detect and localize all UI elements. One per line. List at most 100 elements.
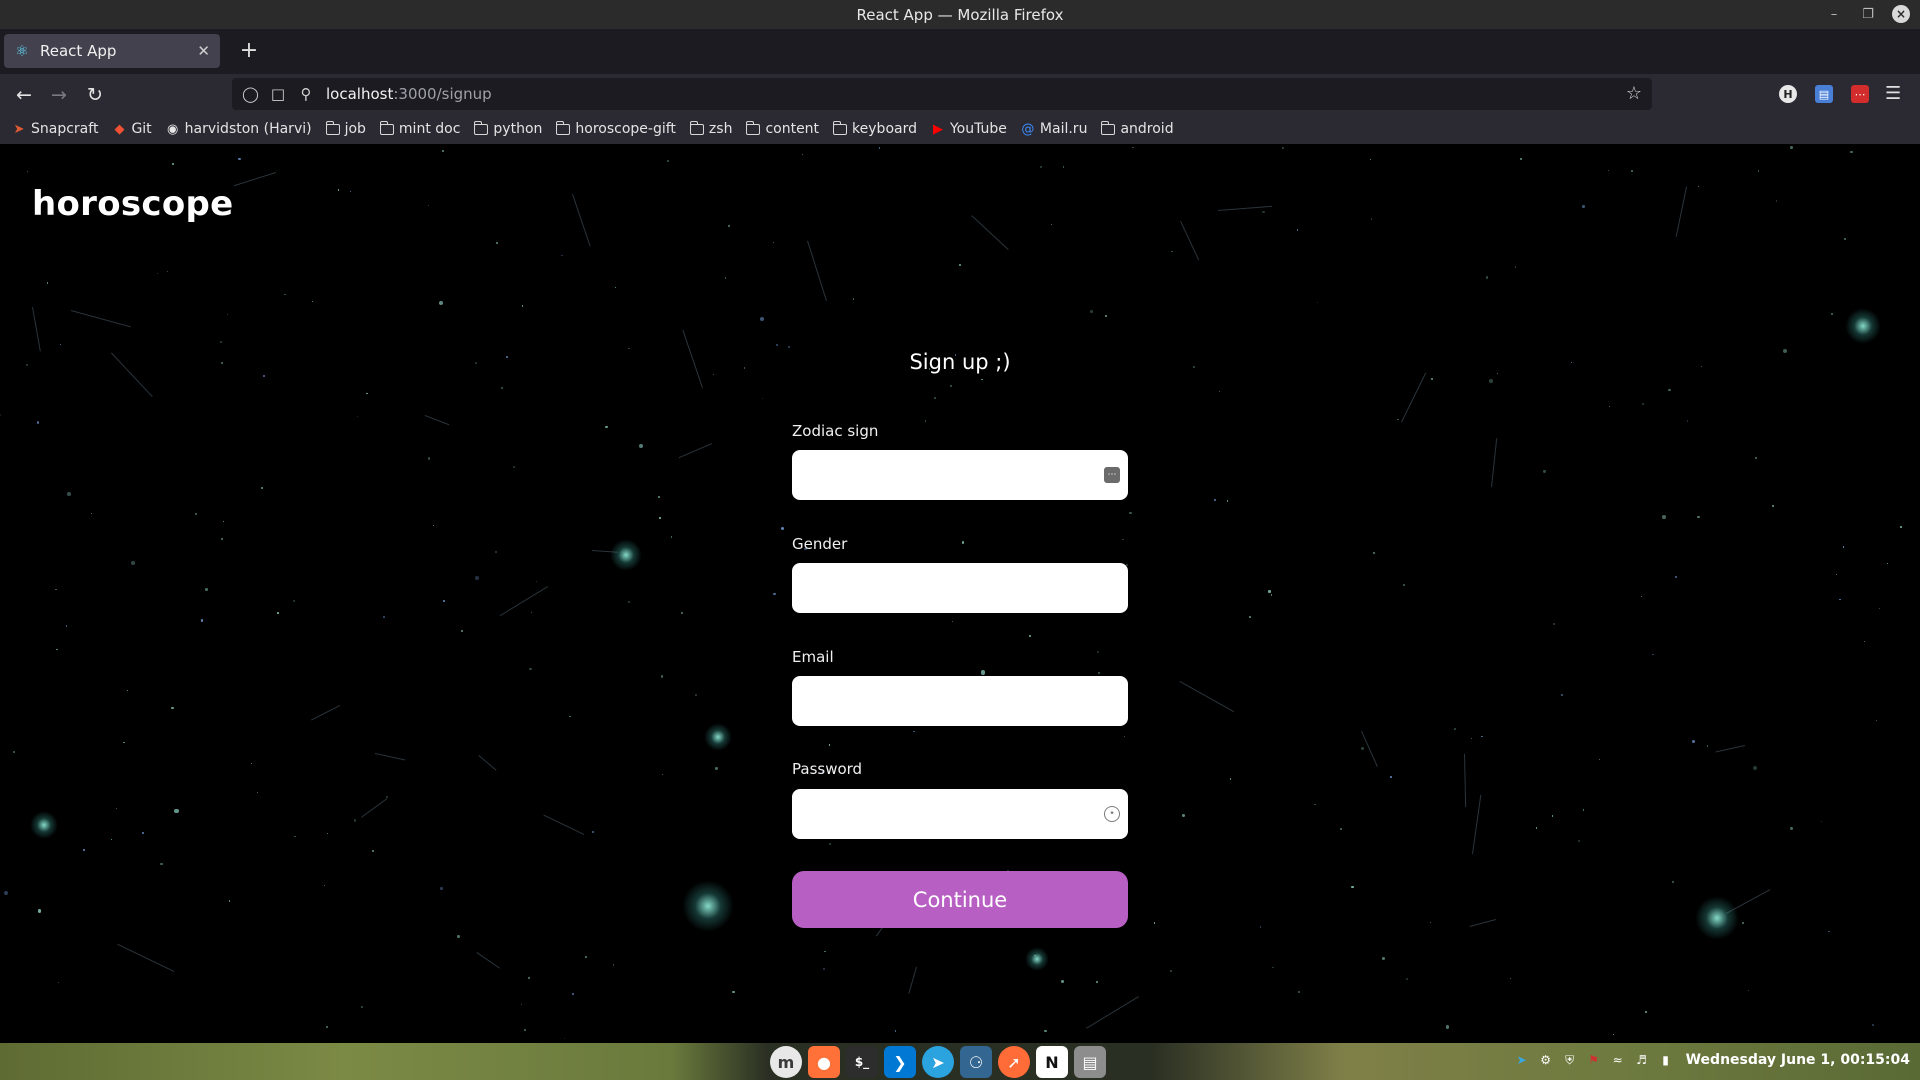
key-icon[interactable]: ⚲	[298, 85, 314, 103]
volume-icon[interactable]: ♬	[1634, 1052, 1650, 1068]
bookmark-folder-python[interactable]: python	[474, 120, 542, 137]
terminal-icon[interactable]: $_	[846, 1046, 878, 1078]
new-tab-button[interactable]: +	[235, 37, 263, 65]
star-dot	[123, 741, 125, 744]
telegram-icon[interactable]: ➤	[922, 1046, 954, 1078]
star-dot	[441, 150, 444, 153]
star-dot	[1519, 158, 1522, 161]
star-dot	[1370, 218, 1373, 220]
folder-icon	[833, 120, 848, 135]
update-tray-icon[interactable]: ⚙	[1538, 1052, 1554, 1068]
star-dot	[1842, 546, 1845, 549]
star-dot	[337, 188, 340, 191]
bookmark-folder-mint-doc[interactable]: mint doc	[379, 120, 460, 137]
bookmark-folder-content[interactable]: content	[746, 120, 819, 137]
youtube-icon: ▶	[932, 121, 943, 137]
vscode-icon[interactable]: ❯	[884, 1046, 916, 1078]
bookmark-folder-zsh[interactable]: zsh	[689, 120, 732, 137]
shield-tray-icon[interactable]: ⛨	[1562, 1052, 1578, 1068]
wifi-icon[interactable]: ≈	[1610, 1052, 1626, 1068]
maximize-icon[interactable]: ❐	[1858, 4, 1878, 24]
star-dot	[1789, 827, 1793, 830]
star-dot	[260, 487, 263, 490]
bookmark-folder-keyboard[interactable]: keyboard	[833, 120, 917, 137]
password-input[interactable]	[792, 789, 1128, 839]
extension-h-icon[interactable]: H	[1779, 85, 1797, 103]
bookmark-github[interactable]: ◉ harvidston (Harvi)	[166, 121, 312, 137]
reload-button[interactable]: ↻	[82, 82, 108, 108]
mint-menu-icon[interactable]: m	[770, 1046, 802, 1078]
star-dot	[65, 625, 68, 628]
glowing-star	[30, 811, 58, 839]
star-dot	[1298, 991, 1301, 993]
star-dot	[639, 444, 643, 449]
star-dot	[1445, 1025, 1450, 1030]
url-bar[interactable]: ◯ □ ⚲ localhost:3000/signup ☆	[232, 78, 1652, 110]
star-dot	[56, 648, 59, 651]
star-dot	[1296, 229, 1299, 232]
bookmark-folder-job[interactable]: job	[325, 120, 366, 137]
battery-icon[interactable]: ▮	[1658, 1052, 1674, 1068]
forward-button[interactable]: →	[46, 82, 72, 108]
constellation-line	[543, 814, 585, 836]
star-dot	[527, 976, 530, 979]
star-dot	[1543, 470, 1546, 473]
star-dot	[1351, 886, 1354, 889]
firefox-icon[interactable]: ●	[808, 1046, 840, 1078]
notion-icon[interactable]: N	[1036, 1046, 1068, 1078]
gender-input[interactable]	[792, 563, 1128, 613]
star-dot	[1850, 150, 1853, 154]
minimize-icon[interactable]: –	[1824, 4, 1844, 24]
glowing-star	[1025, 947, 1049, 971]
hamburger-menu-icon[interactable]: ☰	[1885, 83, 1901, 104]
site-logo[interactable]: horoscope	[32, 184, 234, 224]
star-dot	[1486, 276, 1489, 279]
bookmark-git[interactable]: ◆ Git	[112, 121, 151, 137]
bookmark-folder-horoscope-gift[interactable]: horoscope-gift	[556, 120, 676, 137]
star-dot	[357, 416, 359, 418]
bookmark-snapcraft[interactable]: ➤ Snapcraft	[12, 121, 99, 137]
star-dot	[1397, 418, 1399, 421]
star-dot	[1599, 758, 1601, 760]
postgres-icon[interactable]: ⚆	[960, 1046, 992, 1078]
telegram-tray-icon[interactable]: ➤	[1514, 1052, 1530, 1068]
shield-icon[interactable]: ◯	[242, 85, 259, 103]
page-info-icon[interactable]: □	[270, 85, 286, 103]
star-dot	[1403, 584, 1405, 586]
star-dot	[353, 819, 357, 822]
autofill-icon[interactable]: ⋯	[1104, 467, 1120, 483]
bookmark-star-icon[interactable]: ☆	[1626, 83, 1642, 104]
star-dot	[1314, 803, 1316, 806]
star-dot	[1642, 403, 1645, 406]
postman-icon[interactable]: ➚	[998, 1046, 1030, 1078]
translate-extension-icon[interactable]: ▤	[1815, 85, 1833, 103]
system-clock[interactable]: Wednesday June 1, 00:15:04	[1686, 1052, 1910, 1068]
star-dot	[55, 588, 57, 591]
password-manager-icon[interactable]: •	[1104, 806, 1120, 822]
zodiac-input[interactable]	[792, 450, 1128, 500]
star-dot	[1691, 739, 1695, 743]
star-dot	[1050, 223, 1053, 225]
star-dot	[715, 767, 718, 770]
star-dot	[293, 600, 295, 602]
tab-strip: ⚛ React App ✕ +	[0, 29, 1920, 74]
star-dot	[1644, 1010, 1647, 1013]
keyboard-layout-flag-icon[interactable]: ⚑	[1586, 1052, 1602, 1068]
email-label: Email	[792, 648, 834, 666]
bookmark-youtube[interactable]: ▶ YouTube	[931, 121, 1007, 137]
star-dot	[58, 982, 60, 984]
email-input[interactable]	[792, 676, 1128, 726]
star-dot	[160, 862, 163, 866]
star-dot	[1706, 745, 1709, 748]
star-dot	[457, 935, 460, 938]
close-tab-icon[interactable]: ✕	[197, 42, 210, 60]
tab-react-app[interactable]: ⚛ React App ✕	[4, 34, 220, 68]
close-window-icon[interactable]: ×	[1892, 5, 1910, 23]
extension-red-icon[interactable]: ⋯	[1851, 85, 1869, 103]
continue-button[interactable]: Continue	[792, 871, 1128, 928]
bookmark-folder-android[interactable]: android	[1101, 120, 1174, 137]
star-dot	[1029, 634, 1032, 637]
back-button[interactable]: ←	[11, 82, 37, 108]
bookmark-mailru[interactable]: @ Mail.ru	[1021, 121, 1087, 137]
files-icon[interactable]: ▤	[1074, 1046, 1106, 1078]
